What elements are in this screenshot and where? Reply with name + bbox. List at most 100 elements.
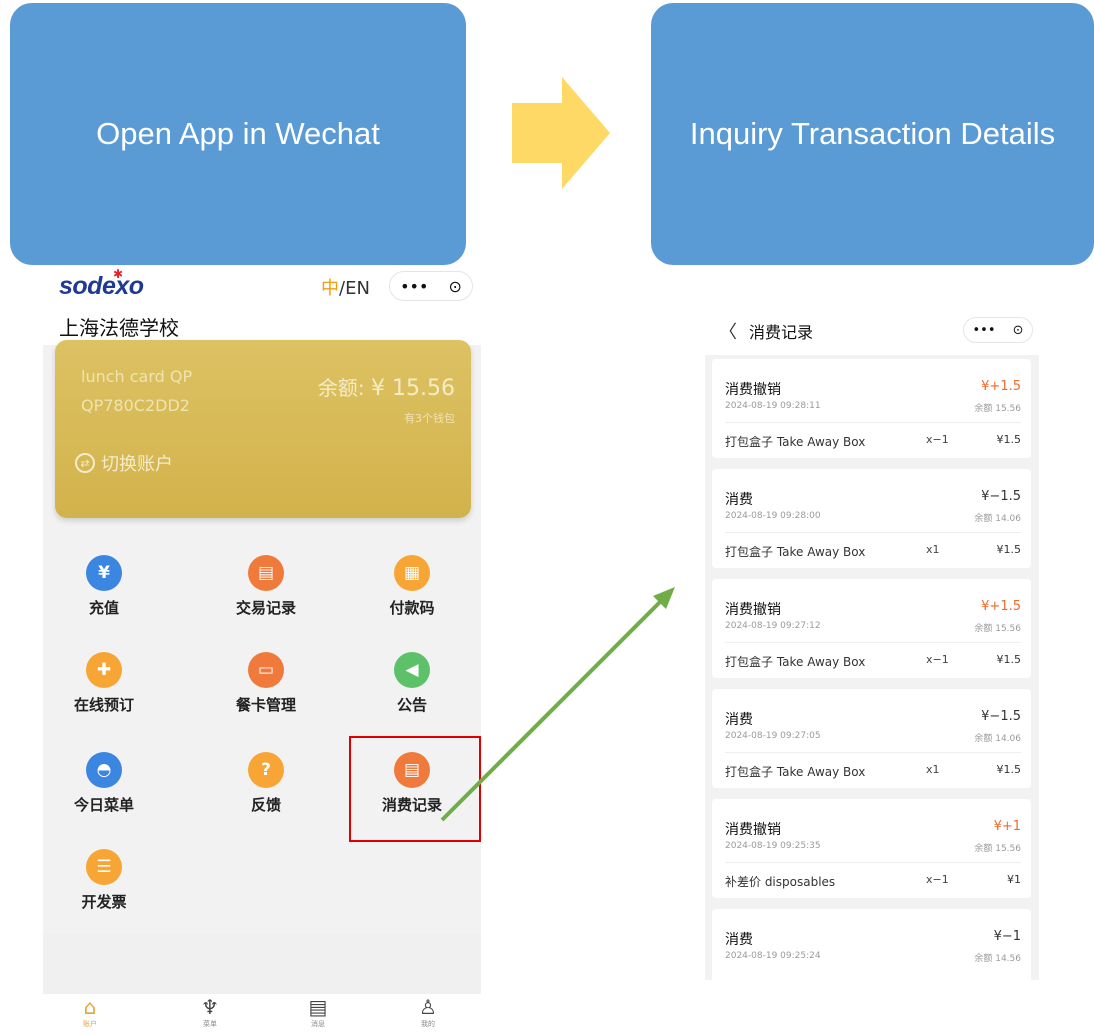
transaction-type: 消费撤销 [725,602,781,618]
transaction-qty: x−1 [926,433,949,446]
transaction-price: ¥1.5 [996,653,1022,666]
transaction-amount: ¥+1.5 [981,379,1021,394]
home-icon: ⌂ [83,995,97,1019]
transaction-date: 2024-08-19 09:25:24 [725,951,821,961]
transaction-card[interactable]: 消费 ¥−1.5 2024-08-19 09:27:05 余额 14.06 打包盒子 T… [712,689,1031,788]
step-inquiry-box: Inquiry Transaction Details [651,3,1094,265]
close-miniprogram-icon[interactable]: ⊙ [449,277,462,296]
transaction-date: 2024-08-19 09:28:00 [725,511,821,521]
tab-label: 菜单 [203,1020,217,1028]
grid-item-label: 充值 [88,599,119,617]
transaction-qty: x1 [926,543,940,556]
tab-2[interactable]: ▤ 消息 [293,995,343,1029]
transaction-qty: x−1 [926,653,949,666]
more-icon[interactable]: ••• [973,323,996,338]
qr-code-icon: ▦ [394,555,430,591]
grid-item[interactable]: ▭ 餐卡管理 [211,652,321,715]
grid-item-label: 反馈 [250,796,281,814]
grid-item-label: 交易记录 [235,599,296,617]
grid-item-label: 在线预订 [73,696,134,714]
transaction-balance: 余额 15.56 [974,844,1021,854]
transaction-price: ¥1 [1007,873,1021,886]
step-inquiry-label: Inquiry Transaction Details [689,116,1056,151]
sodexo-logo: sodexo [59,272,144,300]
switch-account-label: 切换账户 [101,454,173,475]
more-icon[interactable]: ••• [400,277,428,296]
transaction-balance: 余额 14.06 [974,734,1021,744]
transaction-item: 打包盒子 Take Away Box [725,655,866,669]
transaction-amount: ¥−1.5 [981,489,1021,504]
transaction-record-icon: ▤ [248,555,284,591]
transaction-item: 补差价 disposables [725,875,836,889]
grid-item-label: 付款码 [389,599,435,617]
transaction-card[interactable]: 消费撤销 ¥+1 2024-08-19 09:25:35 余额 15.56 补差价 di… [712,799,1031,898]
miniprogram-capsule: ••• ⊙ [389,271,473,301]
transaction-amount: ¥+1.5 [981,599,1021,614]
transaction-date: 2024-08-19 09:27:05 [725,731,821,741]
transaction-price: ¥1.5 [996,433,1022,446]
transaction-date: 2024-08-19 09:28:11 [725,401,821,411]
grid-item[interactable]: ▤ 交易记录 [211,555,321,618]
grid-item[interactable]: ☰ 开发票 [49,849,159,912]
home-screen: sodexo ✱ 中/EN ••• ⊙ 上海法德学校 lunch card QP… [43,265,481,1034]
tab-bar: ⌂ 账户 ♆ 菜单 ▤ 消息 ♙ 我的 [43,994,481,1034]
transaction-type: 消费 [725,932,753,948]
transaction-type: 消费 [725,712,753,728]
balance-card[interactable]: lunch card QP QP780C2DD2 余额: ¥ 15.56 有3个… [55,340,471,518]
tab-label: 我的 [421,1020,435,1028]
grid-item-label: 开发票 [81,893,127,911]
highlight-consumption-record [349,736,481,842]
transaction-item: 打包盒子 Take Away Box [725,765,866,779]
transaction-type: 消费 [725,492,753,508]
transaction-price: ¥1.5 [996,543,1022,556]
tab-0[interactable]: ⌂ 账户 [65,995,115,1029]
transaction-balance: 余额 15.56 [974,404,1021,414]
feedback-icon: ? [248,752,284,788]
transaction-item: 打包盒子 Take Away Box [725,435,866,449]
tab-label: 消息 [311,1020,325,1028]
home-top-bar: sodexo ✱ 中/EN ••• ⊙ [43,265,481,307]
tab-3[interactable]: ♙ 我的 [403,995,453,1029]
transaction-card[interactable]: 消费 ¥−1 2024-08-19 09:25:24 余额 14.56 [712,909,1031,980]
grid-item[interactable]: ◓ 今日菜单 [49,752,159,815]
records-title: 消费记录 [749,323,814,342]
grid-item[interactable]: ¥ 充值 [49,555,159,618]
close-miniprogram-icon[interactable]: ⊙ [1013,323,1024,338]
tab-label: 账户 [83,1020,97,1028]
transaction-date: 2024-08-19 09:27:12 [725,621,821,631]
grid-item[interactable]: ◀ 公告 [357,652,467,715]
transaction-divider [725,752,1021,753]
records-screen: 〈 消费记录 ••• ⊙ 消费撤销 ¥+1.5 2024-08-19 09:28:1… [705,305,1039,980]
tab-1[interactable]: ♆ 菜单 [185,995,235,1029]
grid-item[interactable]: ▦ 付款码 [357,555,467,618]
records-capsule: ••• ⊙ [963,317,1033,343]
home-bottom-area [43,934,481,994]
language-switch[interactable]: 中/EN [321,274,370,300]
transaction-price: ¥1.5 [996,763,1022,776]
transaction-divider [725,422,1021,423]
transaction-amount: ¥−1.5 [981,709,1021,724]
transaction-balance: 余额 15.56 [974,624,1021,634]
switch-account-button[interactable]: ⇄ 切换账户 [75,450,173,476]
grid-item[interactable]: ✚ 在线预订 [49,652,159,715]
grid-item-label: 餐卡管理 [235,696,296,714]
card-icon: ▭ [248,652,284,688]
megaphone-icon: ◀ [394,652,430,688]
step-open-app-box: Open App in Wechat [10,3,466,265]
logo-star-icon: ✱ [113,267,124,281]
transaction-card[interactable]: 消费 ¥−1.5 2024-08-19 09:28:00 余额 14.06 打包盒子 T… [712,469,1031,568]
back-icon[interactable]: 〈 [719,318,737,344]
transaction-card[interactable]: 消费撤销 ¥+1.5 2024-08-19 09:27:12 余额 15.56 打包盒子… [712,579,1031,678]
utensils-icon: ♆ [201,995,219,1019]
invoice-icon: ☰ [86,849,122,885]
card-balance: 余额: ¥ 15.56 [317,376,455,401]
grid-item[interactable]: ? 反馈 [211,752,321,815]
card-name: lunch card QP [81,367,193,386]
clipboard-icon: ▤ [308,995,328,1019]
switch-icon: ⇄ [75,453,95,473]
school-name: 上海法德学校 [59,316,179,340]
transaction-type: 消费撤销 [725,822,781,838]
cutlery-icon: ✚ [86,652,122,688]
transaction-divider [725,642,1021,643]
transaction-card[interactable]: 消费撤销 ¥+1.5 2024-08-19 09:28:11 余额 15.56 打包盒子… [712,359,1031,458]
